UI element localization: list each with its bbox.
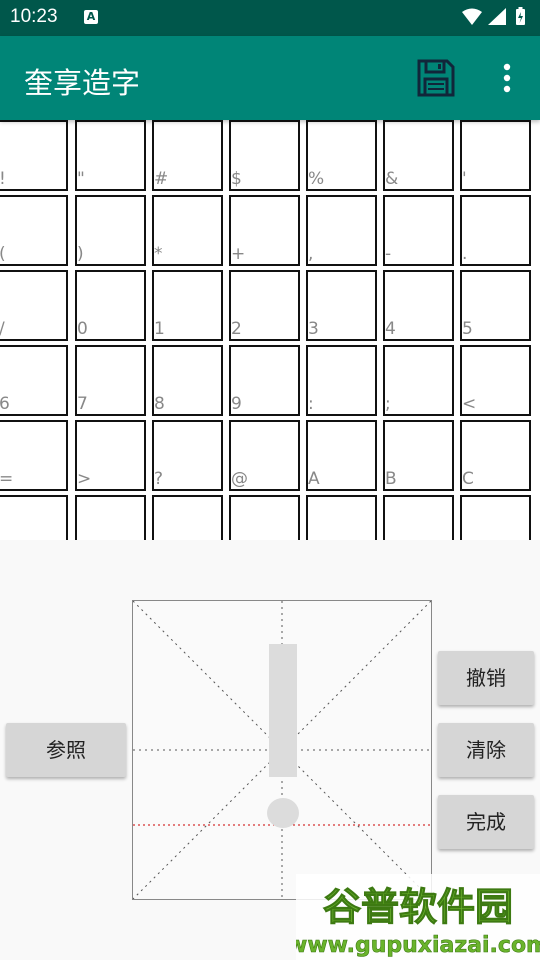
glyph-cell-label: ) <box>77 244 84 264</box>
glyph-cell[interactable] <box>460 495 531 540</box>
glyph-cell-label: 6 <box>0 394 10 414</box>
glyph-cell[interactable] <box>306 495 377 540</box>
glyph-cell[interactable] <box>229 495 300 540</box>
glyph-cell[interactable] <box>383 495 454 540</box>
status-icons <box>462 7 525 25</box>
glyph-cell[interactable]: 4 <box>383 270 454 341</box>
glyph-cell[interactable]: ; <box>383 345 454 416</box>
glyph-cell[interactable] <box>75 495 146 540</box>
glyph-cell-label: 5 <box>462 319 473 339</box>
watermark-url: www.gupuxiazai.com <box>296 933 540 958</box>
glyph-cell[interactable]: 0 <box>75 270 146 341</box>
glyph-cell[interactable]: " <box>75 120 146 191</box>
glyph-cell-label: + <box>231 244 246 264</box>
notification-icon: A <box>84 10 98 24</box>
glyph-cell[interactable]: : <box>306 345 377 416</box>
glyph-cell[interactable]: B <box>383 420 454 491</box>
glyph-cell-label: . <box>462 244 468 264</box>
status-bar: 10:23 A <box>0 0 540 36</box>
glyph-cell-label: 3 <box>308 319 319 339</box>
glyph-cell-label: ? <box>154 469 164 489</box>
glyph-cell[interactable]: < <box>460 345 531 416</box>
glyph-cell-label: " <box>77 169 85 189</box>
glyph-cell-label: 1 <box>154 319 165 339</box>
glyph-cell-label: > <box>77 469 92 489</box>
glyph-cell[interactable]: @ <box>229 420 300 491</box>
glyph-cell-label: % <box>308 169 325 189</box>
glyph-cell-label: ; <box>385 394 391 414</box>
glyph-cell[interactable]: = <box>0 420 68 491</box>
glyph-cell[interactable]: 2 <box>229 270 300 341</box>
glyph-cell-label: 0 <box>77 319 88 339</box>
glyph-cell[interactable]: ' <box>460 120 531 191</box>
glyph-cell[interactable]: 8 <box>152 345 223 416</box>
glyph-cell-label: C <box>462 469 474 489</box>
glyph-cell-label: ' <box>462 169 467 189</box>
glyph-cell-label: $ <box>231 169 242 189</box>
more-vert-icon[interactable] <box>492 60 522 96</box>
glyph-cell[interactable]: ( <box>0 195 68 266</box>
glyph-cell-label: : <box>308 394 314 414</box>
glyph-cell[interactable]: 5 <box>460 270 531 341</box>
glyph-cell[interactable]: $ <box>229 120 300 191</box>
glyph-cell[interactable]: ! <box>0 120 68 191</box>
glyph-cell-label: 9 <box>231 394 242 414</box>
glyph-cell-label: * <box>154 244 163 264</box>
glyph-cell[interactable]: 7 <box>75 345 146 416</box>
app-bar: 奎享造字 <box>0 36 540 120</box>
glyph-cell-label: A <box>308 469 320 489</box>
glyph-cell[interactable]: , <box>306 195 377 266</box>
glyph-cell-label: < <box>462 394 477 414</box>
glyph-cell[interactable]: * <box>152 195 223 266</box>
glyph-cell[interactable]: - <box>383 195 454 266</box>
glyph-cell[interactable]: A <box>306 420 377 491</box>
glyph-cell-label: / <box>0 321 5 338</box>
glyph-cell[interactable]: 1 <box>152 270 223 341</box>
wifi-icon <box>462 8 482 25</box>
glyph-cell[interactable]: & <box>383 120 454 191</box>
reference-button[interactable]: 参照 <box>6 723 126 777</box>
glyph-cell[interactable]: 9 <box>229 345 300 416</box>
glyph-cell-label: B <box>385 469 397 489</box>
glyph-cell[interactable]: ? <box>152 420 223 491</box>
drawing-canvas[interactable] <box>132 600 432 900</box>
reference-glyph-exclamation <box>267 644 299 828</box>
glyph-cell-label: # <box>154 169 169 189</box>
glyph-cell[interactable]: / <box>0 270 68 341</box>
glyph-cell-label: ! <box>0 171 6 188</box>
watermark-brand: 谷普软件园 <box>323 885 513 929</box>
clear-button[interactable]: 清除 <box>438 723 534 777</box>
glyph-cell-label: @ <box>231 469 248 489</box>
glyph-cell[interactable] <box>0 495 68 540</box>
glyph-cell-label: 8 <box>154 394 165 414</box>
glyph-cell-label: 7 <box>77 394 88 414</box>
glyph-cell[interactable]: + <box>229 195 300 266</box>
status-time: 10:23 <box>10 6 58 27</box>
canvas-guides <box>132 600 432 900</box>
glyph-cell-label: & <box>385 169 399 189</box>
glyph-cell[interactable]: # <box>152 120 223 191</box>
glyph-grid: ! " # $% & ' () * +, -. / 0 1 2 3 4 5 6 7 8 9:; < = >? @ A B C <box>0 120 540 540</box>
watermark-logo: 谷普软件园 www.gupuxiazai.com <box>296 874 540 960</box>
save-icon[interactable] <box>414 56 458 100</box>
glyph-cell[interactable]: 3 <box>306 270 377 341</box>
glyph-cell-label: ( <box>0 246 6 263</box>
done-button[interactable]: 完成 <box>438 795 534 849</box>
glyph-cell[interactable]: C <box>460 420 531 491</box>
glyph-cell-label: = <box>0 469 14 489</box>
glyph-cell-label: 2 <box>231 319 242 339</box>
glyph-cell[interactable]: 6 <box>0 345 68 416</box>
glyph-cell[interactable] <box>152 495 223 540</box>
glyph-cell-label: - <box>385 244 392 264</box>
glyph-cell[interactable]: > <box>75 420 146 491</box>
glyph-cell[interactable]: % <box>306 120 377 191</box>
glyph-cell[interactable]: ) <box>75 195 146 266</box>
undo-button[interactable]: 撤销 <box>438 651 534 705</box>
app-title: 奎享造字 <box>24 66 141 100</box>
battery-icon <box>516 7 525 25</box>
glyph-cell-label: 4 <box>385 319 396 339</box>
signal-icon <box>488 8 506 25</box>
glyph-cell-label: , <box>308 244 314 264</box>
glyph-cell[interactable]: . <box>460 195 531 266</box>
